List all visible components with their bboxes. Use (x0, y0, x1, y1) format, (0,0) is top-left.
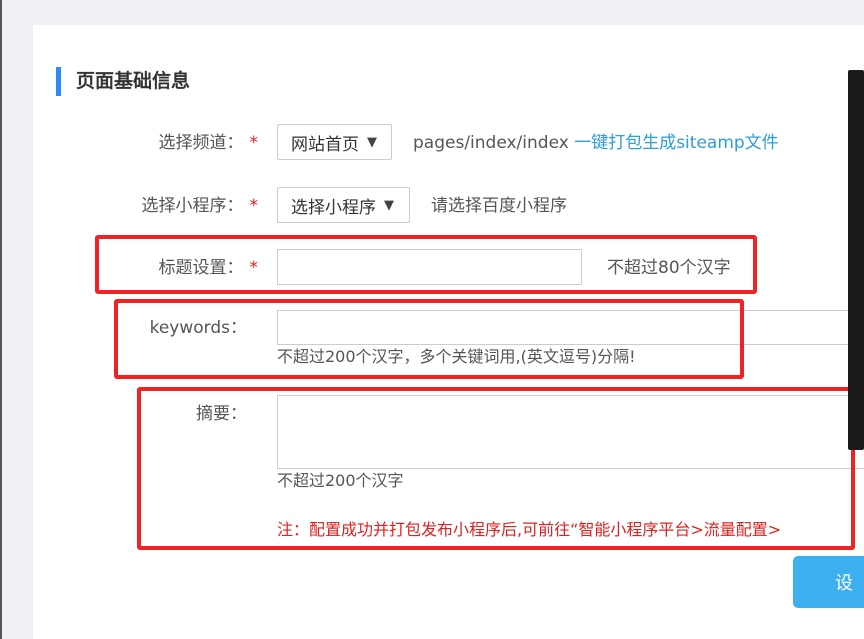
miniprogram-select-value: 选择小程序 (291, 197, 376, 218)
title-input[interactable] (277, 249, 582, 285)
miniprogram-hint: 请选择百度小程序 (431, 196, 567, 216)
summary-note: 注：配置成功并打包发布小程序后,可前往“智能小程序平台>流量配置> (277, 520, 782, 539)
miniprogram-select[interactable]: 选择小程序 ▼ (277, 187, 410, 223)
title-label: 标题设置： * (158, 258, 259, 278)
generate-sitemap-link[interactable]: 一键打包生成siteamp文件 (574, 133, 778, 153)
summary-label: 摘要： (196, 404, 247, 424)
channel-label: 选择频道： * (158, 133, 259, 153)
channel-select-value: 网站首页 (291, 134, 359, 155)
miniprogram-label: 选择小程序： * (141, 196, 259, 216)
summary-hint: 不超过200个汉字 (277, 471, 404, 490)
caret-down-icon: ▼ (367, 134, 377, 150)
required-mark: * (249, 258, 259, 278)
keywords-label: keywords： (149, 318, 247, 338)
section-title: 页面基础信息 (76, 70, 191, 92)
channel-path-row: pages/index/index 一键打包生成siteamp文件 (413, 131, 779, 155)
summary-textarea[interactable] (277, 395, 864, 469)
section-accent-bar (56, 67, 61, 96)
channel-select[interactable]: 网站首页 ▼ (277, 124, 392, 160)
window-edge (0, 0, 2, 639)
scrollbar[interactable] (848, 70, 864, 450)
keywords-hint: 不超过200个汉字，多个关键词用,(英文逗号)分隔! (277, 347, 636, 366)
title-hint: 不超过80个汉字 (607, 258, 731, 278)
keywords-input[interactable] (277, 310, 864, 345)
channel-path: pages/index/index (413, 133, 569, 153)
save-button[interactable]: 设 (793, 556, 864, 608)
caret-down-icon: ▼ (384, 197, 394, 213)
required-mark: * (249, 196, 259, 216)
required-mark: * (249, 133, 259, 153)
